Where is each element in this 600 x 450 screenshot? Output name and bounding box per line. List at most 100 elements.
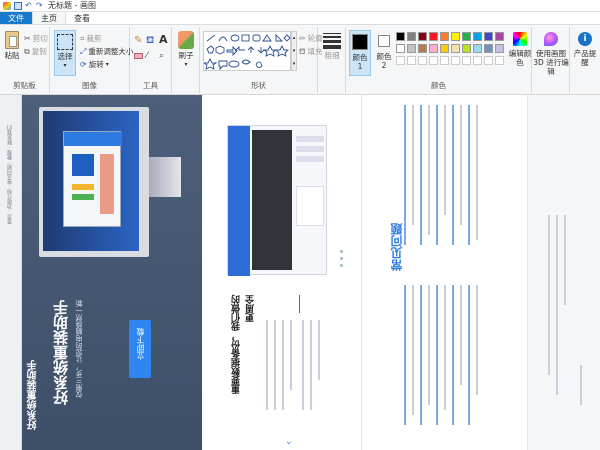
scroll-down-chevron-icon[interactable]: ⌄ <box>285 437 293 447</box>
color-swatch[interactable] <box>484 56 493 65</box>
cut-button[interactable]: ✂ 剪切 <box>24 33 48 44</box>
scissors-icon: ✂ <box>24 34 31 43</box>
color-swatch[interactable] <box>495 44 504 53</box>
title-bar: ↶ ↷ 无标题 - 画图 <box>0 0 600 12</box>
color1-label: 颜色 1 <box>352 53 368 71</box>
chevron-down-icon: ▾ <box>105 61 109 68</box>
monitor-screen <box>43 111 139 251</box>
size-button[interactable]: 粗细 <box>320 33 344 60</box>
redo-icon[interactable]: ↷ <box>36 1 44 10</box>
color-swatch[interactable] <box>440 56 449 65</box>
paint3d-label: 使用画图 3D 进行编辑 <box>533 49 569 76</box>
pasted-hero-panel: 首页 · 功能介绍 · 常见问题 · 教程 · 联系我们 好系统重装助手 仅需三… <box>0 95 202 450</box>
shapes-gallery[interactable] <box>202 31 291 71</box>
resize-label: 重新调整大小 <box>88 47 134 56</box>
eraser-icon[interactable] <box>134 53 143 59</box>
paste-button[interactable]: 粘贴 <box>2 31 22 60</box>
color-swatch[interactable] <box>396 56 405 65</box>
color-swatch[interactable] <box>396 32 405 41</box>
color-swatch[interactable] <box>418 32 427 41</box>
color-swatch[interactable] <box>429 32 438 41</box>
brush-label: 刷子 <box>178 51 194 60</box>
color-swatch[interactable] <box>440 32 449 41</box>
download-label: 立即下载 <box>136 328 145 360</box>
shapes-group-label: 形状 <box>251 81 266 90</box>
color-swatch[interactable] <box>451 44 460 53</box>
color-swatch[interactable] <box>429 56 438 65</box>
product-tips-button[interactable]: i 产品提醒 <box>572 32 598 67</box>
color-swatch[interactable] <box>407 56 416 65</box>
fill-bucket-icon[interactable]: ⛾ <box>146 35 154 48</box>
color2-button[interactable]: 颜色 2 <box>374 30 394 70</box>
shapes-scroll[interactable]: ▴ ▾ ▾ <box>291 31 297 71</box>
resize-button[interactable]: ⤢ 重新调整大小 <box>80 46 133 57</box>
drawing-canvas[interactable]: 首页 · 功能介绍 · 常见问题 · 教程 · 联系我们 好系统重装助手 仅需三… <box>0 95 600 450</box>
clipboard-group-label: 剪贴板 <box>13 81 36 90</box>
pencil-icon[interactable]: ✎ <box>134 35 142 46</box>
window-title: 无标题 - 画图 <box>48 1 96 10</box>
text-icon[interactable]: A <box>159 33 168 46</box>
color-swatch[interactable] <box>484 32 493 41</box>
colors-group-label: 颜色 <box>431 81 446 90</box>
crop-label: 裁剪 <box>86 34 102 43</box>
color-swatch[interactable] <box>407 44 416 53</box>
hero-subtitle: 仅需三步，让您的电脑焕然一新 <box>75 300 83 398</box>
tab-view[interactable]: 查看 <box>66 12 98 24</box>
color1-swatch <box>352 34 368 50</box>
fill-icon: ⛾ <box>299 46 306 56</box>
paint3d-button[interactable]: 使用画图 3D 进行编辑 <box>533 32 569 76</box>
monitor-frame <box>39 107 181 257</box>
select-button[interactable]: 选择 ▾ <box>54 30 76 76</box>
group-tools: ✎ ⛾ A ⁄ ⌕ 工具 <box>130 27 172 93</box>
brush-button[interactable]: 刷子 ▾ <box>174 31 198 69</box>
tab-home[interactable]: 主页 <box>32 12 66 24</box>
color-swatch[interactable] <box>495 56 504 65</box>
crop-button[interactable]: ⌗ 裁剪 <box>80 33 102 44</box>
tab-file[interactable]: 文件 <box>0 12 32 24</box>
outline-icon: ✏ <box>299 34 306 43</box>
shapes-gallery-icons <box>202 33 291 71</box>
rotate-label: 旋转 <box>88 60 104 69</box>
color2-label: 颜色 2 <box>376 52 392 70</box>
color-swatch[interactable] <box>473 44 482 53</box>
color-swatch[interactable] <box>451 32 460 41</box>
faq-lines-bottom <box>404 285 514 435</box>
color-swatch[interactable] <box>462 32 471 41</box>
color-swatch[interactable] <box>451 56 460 65</box>
resize-icon: ⤢ <box>80 46 87 56</box>
copy-button[interactable]: ⧉ 复制 <box>24 46 47 57</box>
copy-label: 复制 <box>31 47 47 56</box>
backup-body-text <box>262 320 342 420</box>
image-group-label: 图像 <box>82 81 97 90</box>
edit-colors-label: 编辑颜色 <box>508 49 532 67</box>
color1-button[interactable]: 颜色 1 <box>349 30 371 76</box>
color-swatch[interactable] <box>462 44 471 53</box>
color-swatch[interactable] <box>462 56 471 65</box>
color-swatch[interactable] <box>440 44 449 53</box>
color-swatch[interactable] <box>407 32 416 41</box>
carousel-dots[interactable] <box>340 250 344 274</box>
magnifier-icon[interactable]: ⌕ <box>159 51 164 61</box>
color-swatch[interactable] <box>473 56 482 65</box>
color-picker-icon[interactable]: ⁄ <box>146 51 148 61</box>
undo-icon[interactable]: ↶ <box>25 1 33 10</box>
color-swatch[interactable] <box>473 32 482 41</box>
chevron-down-icon: ▾ <box>184 61 188 68</box>
pasted-faq-panel: 常见问题 <box>362 95 527 450</box>
rotate-button[interactable]: ⟳ 旋转 ▾ <box>80 59 109 70</box>
download-button[interactable]: 立即下载 <box>129 320 151 378</box>
edit-colors-button[interactable]: 编辑颜色 <box>508 32 532 67</box>
ribbon: 粘贴 ✂ 剪切 ⧉ 复制 剪贴板 选择 ▾ ⌗ 裁剪 ⤢ 重新调整大小 ⟳ 旋转 <box>0 25 600 95</box>
app-window-mock <box>63 131 122 227</box>
color-swatch[interactable] <box>396 44 405 53</box>
save-icon[interactable] <box>14 1 22 10</box>
color-swatch[interactable] <box>484 44 493 53</box>
color-swatch[interactable] <box>495 32 504 41</box>
color-swatch[interactable] <box>418 56 427 65</box>
ribbon-tabs: 文件 主页 查看 <box>0 12 600 25</box>
chevron-down-icon: ▾ <box>63 62 67 69</box>
pasted-footer-panel <box>527 95 600 450</box>
backup-screenshot <box>227 125 327 276</box>
color-swatch[interactable] <box>418 44 427 53</box>
color-swatch[interactable] <box>429 44 438 53</box>
